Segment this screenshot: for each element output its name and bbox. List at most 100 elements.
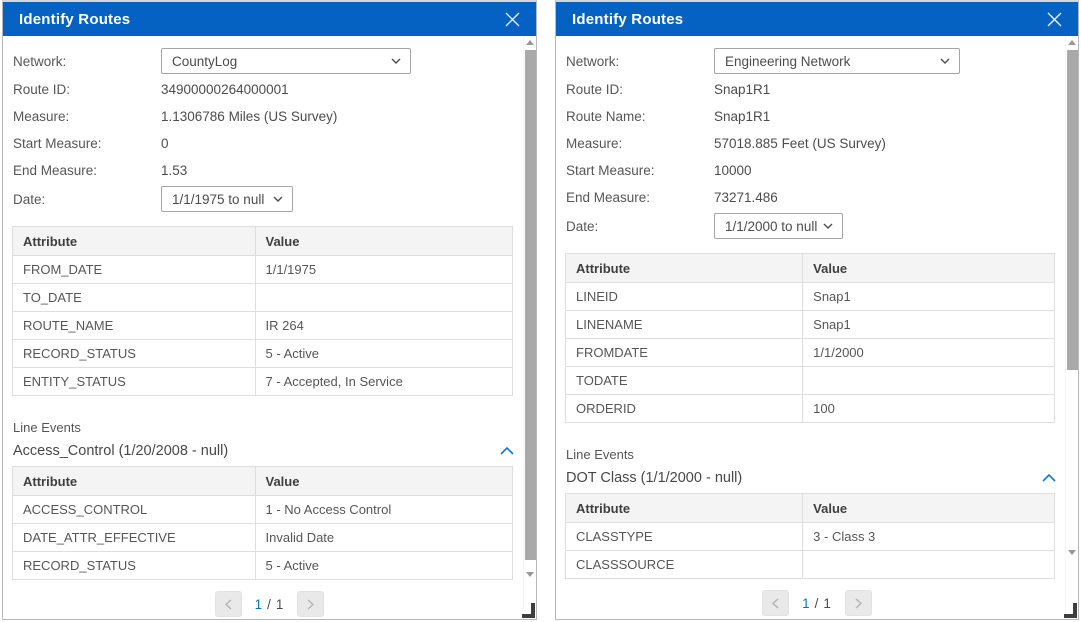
- line-events-table: Attribute Value CLASSTYPE 3 - Class 3 CL…: [565, 493, 1055, 579]
- route-attribute-table: Attribute Value FROM_DATE 1/1/1975 TO_DA…: [12, 226, 513, 396]
- scroll-down-icon[interactable]: [1068, 550, 1076, 555]
- table-row: ROUTE_NAME IR 264: [13, 312, 513, 340]
- date-select[interactable]: 1/1/1975 to null: [161, 186, 293, 212]
- page-indicator: 1/1: [255, 597, 285, 612]
- current-page: 1: [802, 596, 811, 611]
- date-select[interactable]: 1/1/2000 to null: [714, 213, 843, 239]
- panel-content: Network: Engineering Network Route ID: S…: [556, 36, 1078, 619]
- scrollbar-thumb[interactable]: [525, 50, 536, 560]
- field-row-date: Date: 1/1/1975 to null: [13, 184, 496, 214]
- field-row-measure: Measure: 1.1306786 Miles (US Survey): [13, 103, 496, 130]
- value-cell: 3 - Class 3: [803, 523, 1055, 551]
- page-separator: /: [267, 597, 272, 612]
- field-label: Route ID:: [13, 82, 161, 97]
- scroll-up-icon[interactable]: [526, 40, 534, 45]
- table-row: ENTITY_STATUS 7 - Accepted, In Service: [13, 368, 513, 396]
- field-row-route-id: Route ID: 34900000264000001: [13, 76, 496, 103]
- value-cell: 5 - Active: [255, 340, 513, 368]
- table-header-row: Attribute Value: [13, 467, 513, 496]
- field-row-route-name: Route Name: Snap1R1: [566, 103, 1038, 130]
- value-cell: Snap1: [803, 283, 1055, 311]
- previous-page-button[interactable]: [762, 590, 789, 616]
- resize-grip[interactable]: [1064, 603, 1077, 618]
- attribute-cell: FROMDATE: [566, 339, 803, 367]
- field-value: 34900000264000001: [161, 82, 289, 97]
- attribute-cell: TO_DATE: [13, 284, 256, 312]
- line-events-group-header: Access_Control (1/20/2008 - null): [13, 443, 514, 459]
- table-row: FROM_DATE 1/1/1975: [13, 256, 513, 284]
- field-row-start-measure: Start Measure: 10000: [566, 157, 1038, 184]
- attribute-cell: CLASSSOURCE: [566, 551, 803, 579]
- resize-grip[interactable]: [522, 603, 535, 618]
- column-header-value: Value: [803, 254, 1055, 283]
- date-select-value: 1/1/1975 to null: [172, 192, 264, 207]
- panel-content: Network: CountyLog Route ID: 34900000264…: [3, 36, 536, 619]
- value-cell: IR 264: [255, 312, 513, 340]
- table-row: DATE_ATTR_EFFECTIVE Invalid Date: [13, 524, 513, 552]
- identify-routes-panel-left: Identify Routes Network: CountyLog Route…: [2, 0, 537, 620]
- chevron-up-icon: [500, 447, 514, 455]
- next-page-button[interactable]: [845, 590, 872, 616]
- chevron-left-icon: [772, 598, 779, 609]
- fields-section: Network: Engineering Network Route ID: S…: [556, 36, 1078, 241]
- scrollbar-thumb[interactable]: [1067, 50, 1078, 370]
- line-events-table: Attribute Value ACCESS_CONTROL 1 - No Ac…: [12, 466, 513, 580]
- field-label: End Measure:: [566, 190, 714, 205]
- table-row: ORDERID 100: [566, 395, 1055, 423]
- collapse-toggle[interactable]: [1042, 474, 1056, 482]
- vertical-scrollbar[interactable]: [1065, 36, 1078, 619]
- network-select[interactable]: CountyLog: [161, 48, 411, 74]
- close-button[interactable]: [1044, 9, 1064, 29]
- field-label: Start Measure:: [566, 163, 714, 178]
- pagination: 1/1: [3, 591, 536, 617]
- attribute-cell: FROM_DATE: [13, 256, 256, 284]
- next-page-button[interactable]: [297, 591, 324, 617]
- chevron-right-icon: [855, 598, 862, 609]
- route-attribute-table: Attribute Value LINEID Snap1 LINENAME Sn…: [565, 253, 1055, 423]
- chevron-right-icon: [307, 599, 314, 610]
- vertical-scrollbar[interactable]: [523, 36, 536, 619]
- panel-title: Identify Routes: [572, 11, 683, 28]
- field-row-route-id: Route ID: Snap1R1: [566, 76, 1038, 103]
- field-row-end-measure: End Measure: 73271.486: [566, 184, 1038, 211]
- table-row: RECORD_STATUS 5 - Active: [13, 552, 513, 580]
- collapse-toggle[interactable]: [500, 447, 514, 455]
- field-label: End Measure:: [13, 163, 161, 178]
- attribute-cell: ORDERID: [566, 395, 803, 423]
- field-label: Date:: [566, 219, 714, 234]
- attribute-cell: RECORD_STATUS: [13, 552, 256, 580]
- field-value: 0: [161, 136, 169, 151]
- table-header-row: Attribute Value: [566, 494, 1055, 523]
- scroll-up-icon[interactable]: [1068, 40, 1076, 45]
- attribute-cell: ENTITY_STATUS: [13, 368, 256, 396]
- close-button[interactable]: [502, 9, 522, 29]
- value-cell: [803, 367, 1055, 395]
- attribute-cell: LINEID: [566, 283, 803, 311]
- page-indicator: 1/1: [802, 596, 832, 611]
- attribute-cell: LINENAME: [566, 311, 803, 339]
- column-header-attribute: Attribute: [566, 494, 803, 523]
- field-label: Network:: [13, 54, 161, 69]
- network-select[interactable]: Engineering Network: [714, 48, 960, 74]
- field-value: 1.1306786 Miles (US Survey): [161, 109, 337, 124]
- identify-routes-panel-right: Identify Routes Network: Engineering Net…: [555, 0, 1079, 620]
- chevron-down-icon: [823, 223, 833, 229]
- previous-page-button[interactable]: [215, 591, 242, 617]
- panel-header: Identify Routes: [3, 2, 536, 36]
- attribute-cell: CLASSTYPE: [566, 523, 803, 551]
- value-cell: Snap1: [803, 311, 1055, 339]
- field-label: Route ID:: [566, 82, 714, 97]
- field-label: Route Name:: [566, 109, 714, 124]
- scroll-down-icon[interactable]: [526, 572, 534, 577]
- chevron-down-icon: [940, 58, 950, 64]
- field-row-network: Network: CountyLog: [13, 46, 496, 76]
- value-cell: 1/1/1975: [255, 256, 513, 284]
- field-row-network: Network: Engineering Network: [566, 46, 1038, 76]
- table-row: TODATE: [566, 367, 1055, 395]
- field-value: 1.53: [161, 163, 187, 178]
- pagination: 1/1: [556, 590, 1078, 616]
- field-row-start-measure: Start Measure: 0: [13, 130, 496, 157]
- network-select-value: CountyLog: [172, 54, 237, 69]
- value-cell: [255, 284, 513, 312]
- value-cell: 1 - No Access Control: [255, 496, 513, 524]
